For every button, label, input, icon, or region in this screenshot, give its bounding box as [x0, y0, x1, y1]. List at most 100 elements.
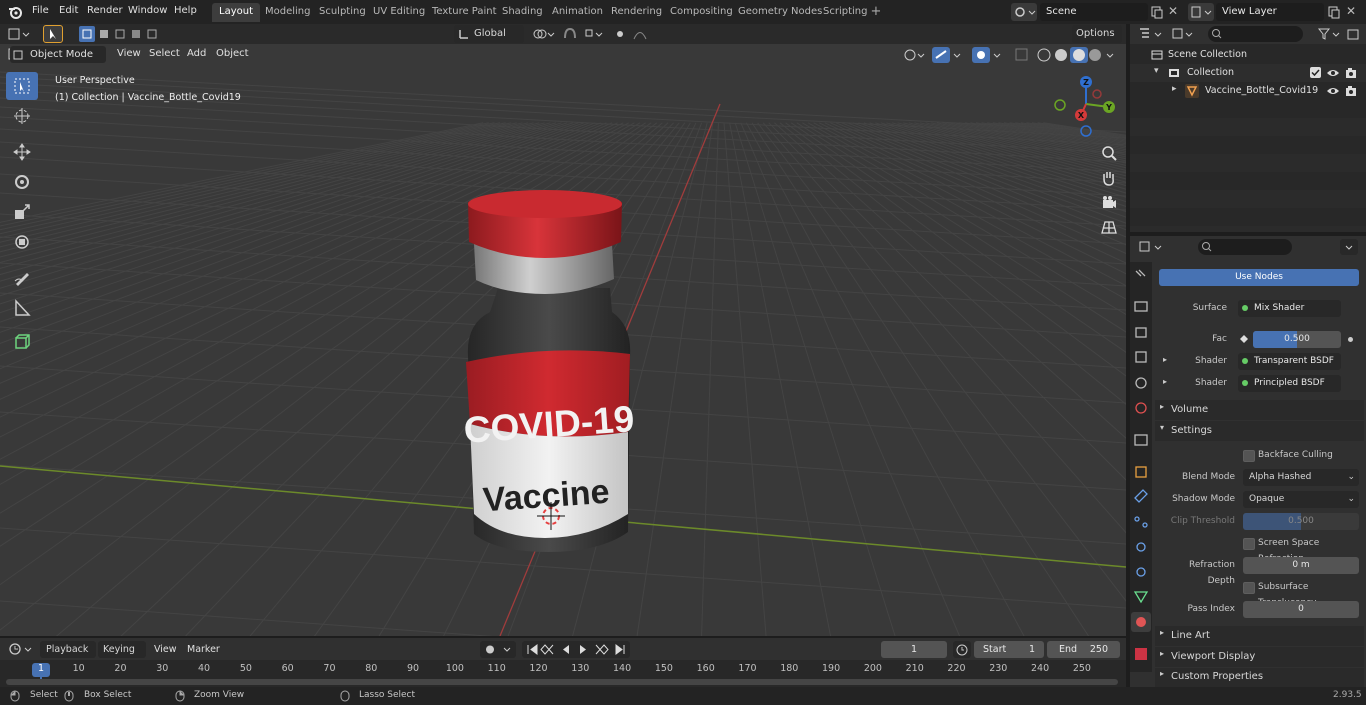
backface-culling-checkbox[interactable] [1243, 450, 1255, 462]
menu-render[interactable]: Render [87, 0, 123, 24]
tab-compositing[interactable]: Compositing [663, 3, 740, 22]
viewport-shading-controls[interactable] [902, 46, 1122, 64]
tab-sculpting[interactable]: Sculpting [312, 3, 373, 22]
surface-shader-field[interactable]: Mix Shader [1238, 300, 1341, 317]
current-frame-field[interactable]: 1 [881, 641, 947, 658]
end-frame-field[interactable]: End 250 [1047, 641, 1120, 658]
custom-properties-panel-header[interactable]: ▸ Custom Properties [1155, 668, 1364, 687]
pan-hand-icon[interactable] [1098, 167, 1120, 189]
move-tool[interactable] [6, 138, 38, 166]
measure-tool[interactable] [6, 294, 38, 322]
tab-scripting[interactable]: Scripting [816, 3, 874, 22]
tool-header-editor-icon[interactable] [6, 26, 34, 42]
annotate-tool[interactable] [6, 264, 38, 292]
snap-icon[interactable] [562, 26, 606, 42]
properties-editor-type-icon[interactable] [1137, 239, 1167, 255]
fac-decorator-icon[interactable] [1348, 337, 1353, 342]
timeline-editor-type-icon[interactable] [6, 641, 36, 657]
viewport-menu-add[interactable]: Add [187, 44, 206, 68]
auto-keying-button[interactable] [480, 641, 516, 658]
pivot-point-icon[interactable] [530, 26, 558, 42]
tab-geometry-nodes[interactable]: Geometry Nodes [731, 3, 829, 22]
menu-edit[interactable]: Edit [59, 0, 78, 24]
viewport-menu-object[interactable]: Object [216, 44, 249, 68]
proportional-editing-icon[interactable] [612, 26, 658, 42]
blender-logo-icon[interactable] [8, 5, 22, 19]
fac-slider[interactable]: 0.500 [1253, 331, 1341, 348]
preview-range-icon[interactable] [953, 641, 971, 658]
selection-mode-buttons[interactable] [78, 26, 162, 42]
start-frame-field[interactable]: Start 1 [974, 641, 1044, 658]
collection-visibility-eye-icon[interactable] [1326, 66, 1340, 80]
select-tool-icon[interactable] [43, 25, 63, 43]
view-layer-name-field[interactable]: View Layer [1216, 3, 1324, 21]
outliner-search-input[interactable] [1208, 26, 1303, 42]
collection-render-camera-icon[interactable] [1344, 66, 1358, 80]
line-art-panel-header[interactable]: ▸ Line Art [1155, 626, 1364, 646]
menu-help[interactable]: Help [174, 0, 197, 24]
options-dropdown[interactable]: Options [1072, 25, 1122, 43]
outliner-row-scene-collection[interactable]: Scene Collection [1130, 46, 1366, 64]
object-expand-icon[interactable]: ▸ [1172, 84, 1177, 94]
tab-modeling[interactable]: Modeling [258, 3, 318, 22]
subsurface-checkbox[interactable] [1243, 582, 1255, 594]
navigation-gizmo[interactable]: Z Y X [1052, 74, 1120, 138]
transform-tool[interactable] [6, 228, 38, 256]
refraction-depth-field[interactable]: 0 m [1243, 557, 1359, 574]
close-scene-icon[interactable]: ✕ [1168, 5, 1180, 17]
view-layer-browse-button[interactable] [1188, 3, 1214, 21]
properties-search-input[interactable] [1198, 239, 1292, 255]
outliner-row-collection[interactable]: ▾ Collection [1130, 64, 1366, 82]
outliner-editor-type-icon[interactable] [1137, 26, 1167, 42]
use-nodes-button[interactable]: Use Nodes [1159, 269, 1359, 286]
zoom-icon[interactable] [1098, 142, 1120, 164]
tab-animation[interactable]: Animation [545, 3, 610, 22]
collection-exclude-checkbox[interactable] [1310, 67, 1321, 78]
object-render-camera-icon[interactable] [1344, 84, 1358, 98]
scene-browse-button[interactable] [1011, 3, 1037, 21]
new-collection-icon[interactable] [1346, 26, 1360, 42]
vaccine-bottle[interactable]: COVID-19 Vaccine [462, 190, 636, 552]
menu-window[interactable]: Window [128, 0, 167, 24]
scale-tool[interactable] [6, 198, 38, 226]
playhead[interactable] [32, 663, 50, 677]
playback-controls[interactable] [522, 641, 630, 658]
add-cube-tool[interactable] [6, 328, 38, 356]
copy-scene-icon[interactable] [1150, 4, 1164, 20]
fac-keyframe-icon[interactable] [1238, 333, 1250, 345]
scene-name-field[interactable]: Scene [1040, 3, 1148, 21]
select-box-tool[interactable] [6, 72, 38, 100]
cursor-tool[interactable] [6, 102, 38, 130]
copy-view-layer-icon[interactable] [1327, 4, 1341, 20]
playback-menu[interactable]: Playback [40, 641, 96, 658]
object-visibility-eye-icon[interactable] [1326, 84, 1340, 98]
pass-index-field[interactable]: 0 [1243, 601, 1359, 618]
rotate-tool[interactable] [6, 168, 38, 196]
outliner-row-object[interactable]: ▸ Vaccine_Bottle_Covid19 [1130, 82, 1366, 100]
tab-layout[interactable]: Layout [212, 3, 260, 22]
viewport-menu-select[interactable]: Select [149, 44, 180, 68]
properties-options-dropdown[interactable] [1340, 239, 1358, 255]
viewport-menu-view[interactable]: View [117, 44, 141, 68]
3d-viewport[interactable]: COVID-19 Vaccine [0, 44, 1126, 636]
collection-expand-icon[interactable]: ▾ [1154, 66, 1159, 76]
shadow-mode-dropdown[interactable]: Opaque ⌄ [1243, 491, 1359, 508]
tab-uv-editing[interactable]: UV Editing [366, 3, 432, 22]
tab-shading[interactable]: Shading [495, 3, 550, 22]
object-mode-dropdown[interactable]: Object Mode [10, 46, 106, 63]
timeline-scrollbar[interactable] [6, 679, 1118, 685]
close-view-layer-icon[interactable]: ✕ [1346, 5, 1358, 17]
ssr-checkbox[interactable] [1243, 538, 1255, 550]
outliner-filter-icon[interactable] [1316, 26, 1342, 42]
shader2-field[interactable]: Principled BSDF [1238, 375, 1341, 392]
tab-rendering[interactable]: Rendering [604, 3, 669, 22]
timeline-ruler[interactable] [0, 660, 1126, 677]
settings-panel-header[interactable]: ▾ Settings [1155, 421, 1364, 441]
menu-file[interactable]: File [32, 0, 49, 24]
shader1-field[interactable]: Transparent BSDF [1238, 353, 1341, 370]
volume-panel-header[interactable]: ▸ Volume [1155, 400, 1364, 420]
perspective-toggle-icon[interactable] [1098, 217, 1120, 239]
camera-view-icon[interactable] [1098, 192, 1120, 214]
tab-texture-paint[interactable]: Texture Paint [425, 3, 504, 22]
outliner-display-mode-icon[interactable] [1170, 26, 1198, 42]
